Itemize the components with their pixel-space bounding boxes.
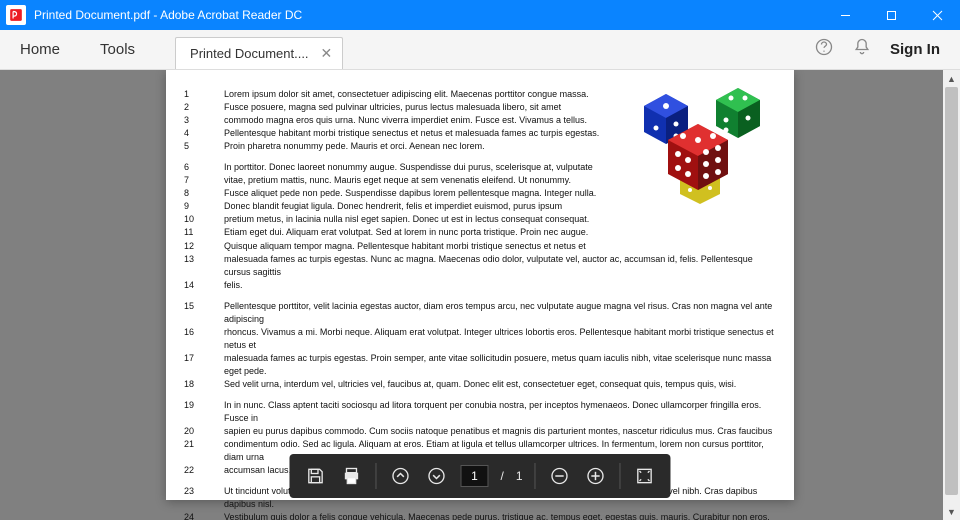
fit-page-icon[interactable]: [633, 464, 657, 488]
app-icon: [6, 5, 26, 25]
document-tab-label: Printed Document....: [190, 46, 309, 61]
line-number: 7: [180, 174, 224, 187]
close-tab-icon[interactable]: ✕: [321, 45, 333, 62]
text-line: 16rhoncus. Vivamus a mi. Morbi neque. Al…: [180, 326, 780, 352]
text-line: 13malesuada fames ac turpis egestas. Nun…: [180, 253, 780, 279]
line-text: felis.: [224, 279, 780, 292]
window-title: Printed Document.pdf - Adobe Acrobat Rea…: [32, 8, 822, 22]
scroll-thumb[interactable]: [945, 87, 958, 495]
tab-strip: Printed Document.... ✕: [175, 30, 814, 69]
print-icon[interactable]: [339, 464, 363, 488]
line-text: malesuada fames ac turpis egestas. Proin…: [224, 352, 780, 378]
text-line: 19In in nunc. Class aptent taciti socios…: [180, 399, 780, 425]
line-number: 9: [180, 200, 224, 213]
line-number: 24: [180, 511, 224, 520]
text-line: 24Vestibulum quis dolor a felis congue v…: [180, 511, 780, 520]
separator: [375, 463, 376, 489]
line-text: Vestibulum quis dolor a felis congue veh…: [224, 511, 780, 520]
home-button[interactable]: Home: [0, 30, 80, 69]
line-number: 4: [180, 127, 224, 140]
dice-image: [634, 86, 774, 216]
maximize-button[interactable]: [868, 0, 914, 30]
toolbar: Home Tools Printed Document.... ✕ Sign I…: [0, 30, 960, 70]
line-number: 1: [180, 88, 224, 101]
text-line: 18Sed velit urna, interdum vel, ultricie…: [180, 378, 780, 391]
line-number: 5: [180, 140, 224, 153]
close-button[interactable]: [914, 0, 960, 30]
page-controls-toolbar: / 1: [289, 454, 670, 498]
next-page-icon[interactable]: [424, 464, 448, 488]
text-line: 14felis.: [180, 279, 780, 292]
line-number: 21: [180, 438, 224, 464]
line-number: 6: [180, 161, 224, 174]
document-viewer: 1Lorem ipsum dolor sit amet, consectetue…: [0, 70, 960, 520]
line-number: 18: [180, 378, 224, 391]
line-text: rhoncus. Vivamus a mi. Morbi neque. Aliq…: [224, 326, 780, 352]
line-text: Sed velit urna, interdum vel, ultricies …: [224, 378, 780, 391]
zoom-out-icon[interactable]: [548, 464, 572, 488]
bell-icon[interactable]: [852, 37, 872, 62]
text-line: 17malesuada fames ac turpis egestas. Pro…: [180, 352, 780, 378]
page-number-input[interactable]: [460, 465, 488, 487]
line-text: malesuada fames ac turpis egestas. Nunc …: [224, 253, 780, 279]
line-text: sapien eu purus dapibus commodo. Cum soc…: [224, 425, 780, 438]
text-line: 15Pellentesque porttitor, velit lacinia …: [180, 300, 780, 326]
line-text: Etiam eget dui. Aliquam erat volutpat. S…: [224, 226, 780, 239]
line-number: 20: [180, 425, 224, 438]
line-text: In in nunc. Class aptent taciti sociosqu…: [224, 399, 780, 425]
line-number: 23: [180, 485, 224, 511]
line-number: 10: [180, 213, 224, 226]
separator: [535, 463, 536, 489]
page-separator: /: [500, 469, 503, 483]
scroll-down-button[interactable]: ▼: [943, 503, 960, 520]
scroll-up-button[interactable]: ▲: [943, 70, 960, 87]
line-number: 14: [180, 279, 224, 292]
save-icon[interactable]: [303, 464, 327, 488]
text-line: 11Etiam eget dui. Aliquam erat volutpat.…: [180, 226, 780, 239]
help-icon[interactable]: [814, 37, 834, 62]
line-number: 8: [180, 187, 224, 200]
tools-button[interactable]: Tools: [80, 30, 155, 69]
line-number: 3: [180, 114, 224, 127]
line-number: 19: [180, 399, 224, 425]
line-number: 12: [180, 240, 224, 253]
titlebar: Printed Document.pdf - Adobe Acrobat Rea…: [0, 0, 960, 30]
line-number: 17: [180, 352, 224, 378]
document-tab[interactable]: Printed Document.... ✕: [175, 37, 343, 69]
line-number: 22: [180, 464, 224, 477]
line-number: 13: [180, 253, 224, 279]
total-pages: 1: [516, 469, 523, 483]
sign-in-button[interactable]: Sign In: [890, 41, 940, 58]
text-line: 20sapien eu purus dapibus commodo. Cum s…: [180, 425, 780, 438]
zoom-in-icon[interactable]: [584, 464, 608, 488]
line-number: 15: [180, 300, 224, 326]
vertical-scrollbar[interactable]: ▲ ▼: [943, 70, 960, 520]
line-number: 16: [180, 326, 224, 352]
line-text: Quisque aliquam tempor magna. Pellentesq…: [224, 240, 780, 253]
separator: [620, 463, 621, 489]
minimize-button[interactable]: [822, 0, 868, 30]
previous-page-icon[interactable]: [388, 464, 412, 488]
line-text: Pellentesque porttitor, velit lacinia eg…: [224, 300, 780, 326]
line-number: 2: [180, 101, 224, 114]
text-line: 12Quisque aliquam tempor magna. Pellente…: [180, 240, 780, 253]
line-number: 11: [180, 226, 224, 239]
pdf-page: 1Lorem ipsum dolor sit amet, consectetue…: [166, 70, 794, 500]
